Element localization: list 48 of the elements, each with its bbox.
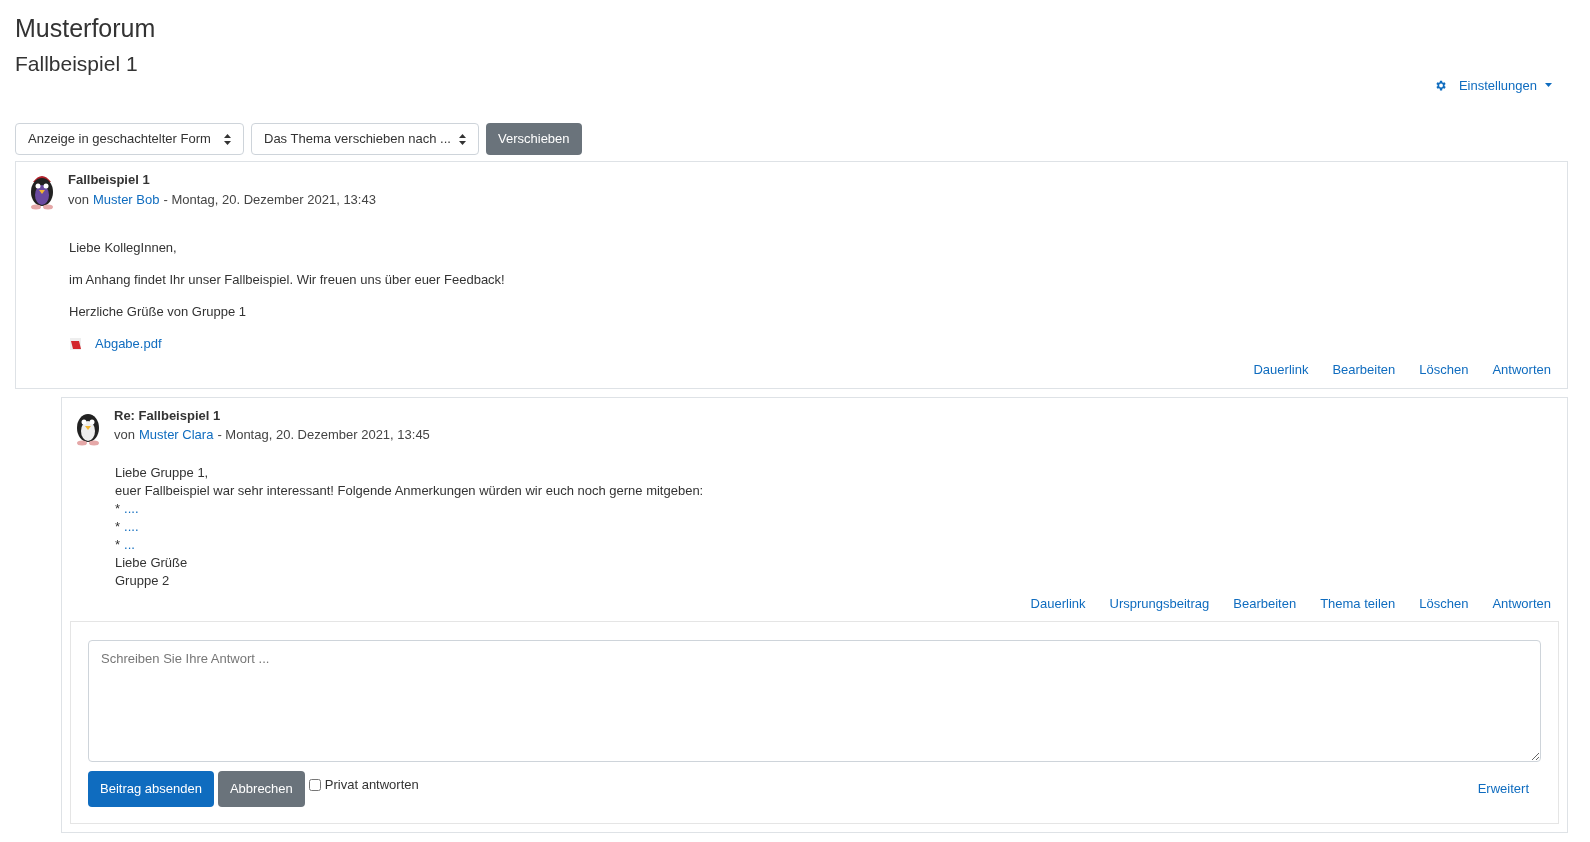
placeholder-link[interactable]: .... xyxy=(124,517,139,536)
post-action-link[interactable]: Bearbeiten xyxy=(1233,593,1297,613)
post-action-link[interactable]: Ursprungsbeitrag xyxy=(1109,593,1210,613)
post-text: Herzliche Grüße von Gruppe 1 xyxy=(69,304,248,320)
post-text: Liebe Gruppe 1, xyxy=(115,463,210,482)
by-label: von xyxy=(114,426,135,444)
post-action-link[interactable]: Dauerlink xyxy=(1030,593,1086,613)
advanced-link[interactable]: Erweitert xyxy=(1477,779,1529,799)
bullet-mark: * xyxy=(115,517,121,536)
private-reply-label: Privat antworten xyxy=(324,776,419,794)
cancel-button[interactable]: Abbrechen xyxy=(217,771,305,807)
move-button[interactable]: Verschieben xyxy=(486,123,582,155)
sort-caret-icon xyxy=(459,133,466,145)
author-link[interactable]: Muster Bob xyxy=(92,189,160,209)
reply-input-field[interactable]: Schreiben Sie Ihre Antwort ... xyxy=(88,640,1541,762)
placeholder-link[interactable]: ... xyxy=(124,535,135,554)
post-title: Fallbeispiel 1 xyxy=(68,171,151,189)
post-text: euer Fallbeispiel war sehr interessant! Folgende Anmerkungen würden wir euch noch gerne mitgeben: xyxy=(115,481,705,500)
submit-post-button[interactable]: Beitrag absenden xyxy=(88,771,214,807)
post-date: - Montag, 20. Dezember 2021, 13:45 xyxy=(217,426,430,444)
sort-caret-icon xyxy=(224,133,231,145)
post-text: Liebe KollegInnen, xyxy=(69,240,178,256)
attachment-link[interactable]: Abgabe.pdf xyxy=(95,336,162,352)
private-reply-checkbox[interactable] xyxy=(308,778,321,791)
page-subheading: Fallbeispiel 1 xyxy=(15,51,139,77)
post-title: Re: Fallbeispiel 1 xyxy=(114,406,222,425)
post-action-link[interactable]: Antworten xyxy=(1492,593,1551,613)
author-link[interactable]: Muster Clara xyxy=(138,425,214,445)
dropdown-select[interactable]: Anzeige in geschachtelter Form xyxy=(15,123,244,155)
post-action-link[interactable]: Löschen xyxy=(1419,593,1469,613)
caret-down-icon xyxy=(1545,83,1552,88)
post-action-link[interactable]: Bearbeiten xyxy=(1332,360,1396,380)
bullet-mark: * xyxy=(115,499,121,518)
placeholder-link[interactable]: .... xyxy=(124,499,139,518)
by-label: von xyxy=(68,190,89,209)
post-text: Gruppe 2 xyxy=(115,571,171,590)
page-heading: Musterforum xyxy=(15,13,157,44)
settings-menu-link[interactable]: Einstellungen xyxy=(1458,75,1537,95)
bullet-mark: * xyxy=(115,535,121,554)
post-text: im Anhang findet Ihr unser Fallbeispiel. Wir freuen uns über euer Feedback! xyxy=(69,272,506,288)
pdf-file-icon xyxy=(69,337,83,351)
post-action-link[interactable]: Löschen xyxy=(1419,360,1469,380)
dropdown-select[interactable]: Das Thema verschieben nach ... xyxy=(251,123,479,155)
post-action-link[interactable]: Dauerlink xyxy=(1253,360,1309,380)
post-action-link[interactable]: Thema teilen xyxy=(1320,593,1396,613)
post-action-link[interactable]: Antworten xyxy=(1492,360,1551,380)
post-text: Liebe Grüße xyxy=(115,553,189,572)
post-date: - Montag, 20. Dezember 2021, 13:43 xyxy=(163,190,376,209)
